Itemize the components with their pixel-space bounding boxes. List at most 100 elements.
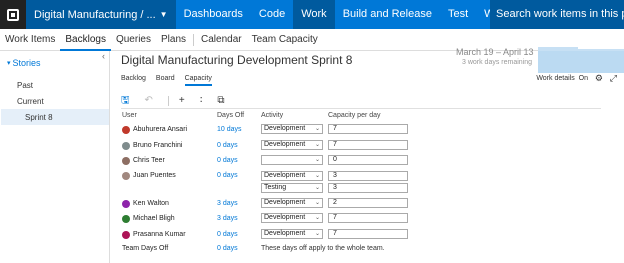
tab-backlogs[interactable]: Backlogs [60,29,111,51]
save-icon[interactable]: 🖫 [121,95,130,107]
capacity-input[interactable]: 3 [328,183,408,193]
activity-select[interactable]: Development ⌄ [261,140,323,150]
nav-test[interactable]: Test [440,0,476,29]
capacity-input[interactable]: 7 [328,140,408,150]
user-name: Abuhurera Ansari [133,126,188,133]
avatar [122,215,130,223]
days-off-link[interactable]: 0 days [217,172,238,179]
work-details-state: On [578,75,588,82]
nav-dashboards[interactable]: Dashboards [176,0,251,29]
chevron-down-icon: ⌄ [314,185,320,191]
activity-value: Development [264,125,306,132]
sidebar-title: Stories [12,58,41,68]
activity-value: Development [264,230,306,237]
activity-select[interactable]: Testing ⌄ [261,183,323,193]
activity-value: Testing [264,184,287,191]
chevron-down-icon: ▼ [159,10,168,19]
avatar [122,200,130,208]
activity-select[interactable]: Development ⌄ [261,229,323,239]
tab-capacity[interactable]: Capacity [184,75,212,86]
chevron-down-icon: ⌄ [314,126,320,132]
sidebar-item-sprint-8[interactable]: Sprint 8 [25,113,53,122]
capacity-input[interactable]: 7 [328,229,408,239]
project-name: Digital Manufacturing / ... [34,8,156,21]
work-details-label: Work details [536,75,575,82]
backlog-level-selector[interactable]: ▾ Stories [7,58,41,68]
user-name: Michael Bligh [133,215,175,222]
nav-work[interactable]: Work [293,0,335,29]
caret-down-icon: ▾ [7,60,11,67]
view-tabs: Backlog Board Capacity [121,75,222,86]
options-gear-icon[interactable]: ⚙ [595,73,603,84]
tab-calendar[interactable]: Calendar [196,29,247,51]
avatar [122,126,130,134]
avatar [122,157,130,165]
main-content: Digital Manufacturing Development Sprint… [111,47,624,263]
logo-icon[interactable] [0,0,26,29]
capacity-input[interactable]: 7 [328,213,408,223]
chevron-down-icon: ⌄ [314,173,320,179]
tab-work-items[interactable]: Work Items [0,29,60,51]
team-days-off-label: Team Days Off [122,245,169,252]
capacity-input[interactable]: 7 [328,124,408,134]
fullscreen-expand-icon[interactable]: ⤢ [610,73,617,84]
sprint-dates: March 19 – April 13 [456,47,534,57]
days-off-link[interactable]: 10 days [217,126,242,133]
capacity-input[interactable]: 0 [328,155,408,165]
sidebar-item-current[interactable]: Current [17,97,44,106]
days-off-link[interactable]: 0 days [217,231,238,238]
toolbar: 🖫 ↶ + ∶ ⧉ [121,93,601,109]
page-title: Digital Manufacturing Development Sprint… [121,53,353,67]
capacity-input[interactable]: 2 [328,198,408,208]
team-days-off-link[interactable]: 0 days [217,245,238,252]
days-off-link[interactable]: 0 days [217,142,238,149]
nav-build-and-release[interactable]: Build and Release [335,0,440,29]
add-missing-members-icon[interactable]: ∶ [200,95,203,107]
activity-value: Development [264,199,306,206]
tab-board[interactable]: Board [156,75,175,86]
capacity-input[interactable]: 3 [328,171,408,181]
user-name: Prasanna Kumar [133,231,186,238]
tab-queries[interactable]: Queries [111,29,156,51]
avatar [122,231,130,239]
days-off-link[interactable]: 0 days [217,157,238,164]
user-name: Ken Walton [133,200,169,207]
activity-select[interactable]: Development ⌄ [261,198,323,208]
column-header-days-off: Days Off [217,112,245,119]
avatar [122,142,130,150]
column-header-capacity: Capacity per day [328,112,381,119]
undo-icon[interactable]: ↶ [145,95,153,107]
activity-select[interactable]: Development ⌄ [261,124,323,134]
project-selector[interactable]: Digital Manufacturing / ... ▼ [26,0,176,29]
sidebar-selected-highlight [1,109,109,125]
activity-select[interactable]: Development ⌄ [261,213,323,223]
top-nav: Dashboards Code Work Build and Release T… [176,0,513,29]
user-name: Chris Teer [133,157,165,164]
activity-select[interactable]: ⌄ [261,155,323,165]
activity-value: Development [264,214,306,221]
column-header-activity: Activity [261,112,284,119]
team-days-off-note: These days off apply to the whole team. [261,245,385,252]
tab-team-capacity[interactable]: Team Capacity [247,29,323,51]
collapse-chevron-icon[interactable]: ‹ [102,51,105,61]
avatar [122,172,130,180]
sidebar-item-past[interactable]: Past [17,81,33,90]
copy-capacity-icon[interactable]: ⧉ [217,95,224,107]
days-off-link[interactable]: 3 days [217,200,238,207]
work-details-toggle[interactable]: Work details On [536,75,588,82]
days-off-link[interactable]: 3 days [217,215,238,222]
tab-backlog[interactable]: Backlog [121,75,146,86]
toolbar-divider [167,95,169,106]
nav-code[interactable]: Code [251,0,293,29]
activity-value: Development [264,141,306,148]
subnav-divider [193,33,194,46]
user-name: Juan Puentes [133,172,176,179]
burndown-chart-thumbnail[interactable] [538,45,624,73]
add-icon[interactable]: + [179,95,185,107]
top-bar: Digital Manufacturing / ... ▼ Dashboards… [0,0,624,29]
tab-plans[interactable]: Plans [156,29,191,51]
column-header-user: User [122,112,137,119]
activity-value: Development [264,172,306,179]
activity-select[interactable]: Development ⌄ [261,171,323,181]
search-input[interactable]: Search work items in this project [490,0,624,29]
